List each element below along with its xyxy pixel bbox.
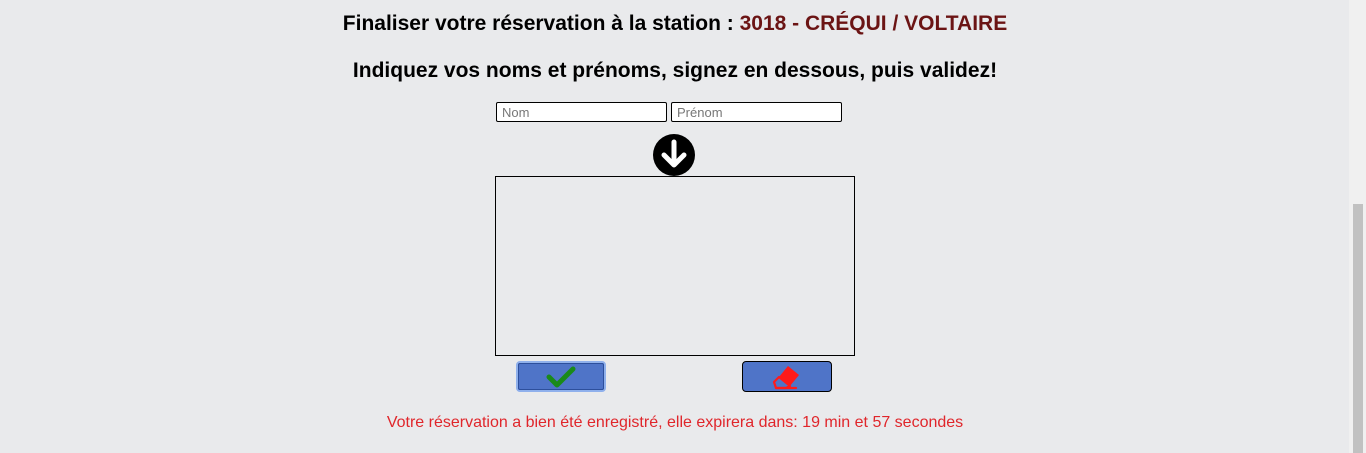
prenom-input[interactable]: [671, 102, 842, 122]
title-prefix: Finaliser votre réservation à la station…: [342, 12, 740, 35]
reservation-page: Finaliser votre réservation à la station…: [0, 0, 1366, 453]
signature-pad[interactable]: [495, 176, 855, 356]
instruction-text: Indiquez vos noms et prénoms, signez en …: [352, 59, 998, 82]
station-name: 3018 - CRÉQUI / VOLTAIRE: [739, 12, 1008, 35]
arrow-down-circle-icon: [653, 134, 695, 176]
scrollbar[interactable]: [1349, 0, 1366, 453]
name-fields: [496, 102, 842, 122]
page-title: Finaliser votre réservation à la station…: [0, 12, 1350, 36]
scrollbar-thumb[interactable]: [1353, 204, 1363, 453]
validate-button[interactable]: [516, 361, 606, 392]
check-icon: [546, 366, 576, 387]
eraser-icon: [772, 365, 799, 389]
reservation-status: Votre réservation a bien été enregistré,…: [386, 414, 964, 431]
erase-button[interactable]: [742, 361, 832, 392]
nom-input[interactable]: [496, 102, 667, 122]
